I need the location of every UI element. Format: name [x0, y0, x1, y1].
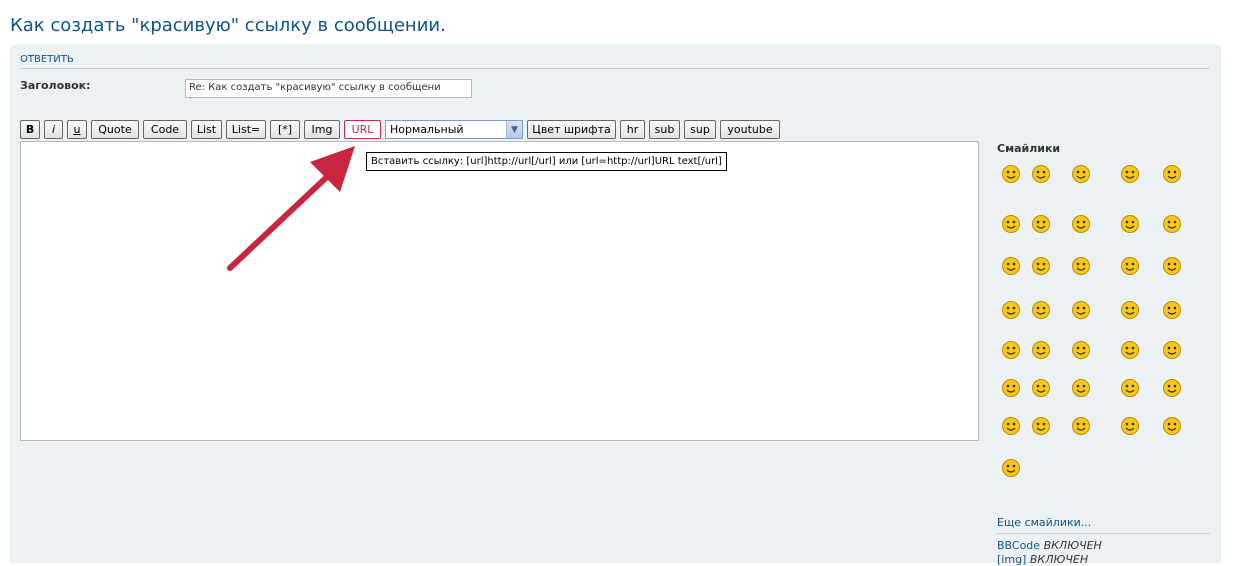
- img-state: ВКЛЮЧЕН: [1029, 553, 1089, 566]
- smiley-icon[interactable]: [1162, 340, 1182, 360]
- smiley-icon[interactable]: [1001, 416, 1021, 436]
- smiley-icon[interactable]: [1031, 378, 1051, 398]
- smiley-icon[interactable]: [1071, 340, 1091, 360]
- smiley-icon[interactable]: [1071, 256, 1091, 276]
- smiley-icon[interactable]: [1120, 164, 1140, 184]
- smiley-icon[interactable]: [1071, 164, 1091, 184]
- page-title: Как создать "красивую" ссылку в сообщени…: [10, 15, 446, 36]
- smiley-icon[interactable]: [1162, 214, 1182, 234]
- bbcode-state: ВКЛЮЧЕН: [1043, 539, 1102, 552]
- smiley-icon[interactable]: [1120, 256, 1140, 276]
- smiley-icon[interactable]: [1031, 164, 1051, 184]
- smiley-icon[interactable]: [1001, 256, 1021, 276]
- smiley-icon[interactable]: [1120, 300, 1140, 320]
- smiley-icon[interactable]: [1031, 340, 1051, 360]
- smiley-icon[interactable]: [1071, 214, 1091, 234]
- smiley-icon[interactable]: [1001, 378, 1021, 398]
- smiley-icon[interactable]: [1001, 340, 1021, 360]
- smiley-icon[interactable]: [1120, 340, 1140, 360]
- smiley-icon[interactable]: [1162, 164, 1182, 184]
- more-smilies-link[interactable]: Еще смайлики...: [997, 516, 1091, 529]
- smiley-icon[interactable]: [1120, 378, 1140, 398]
- divider: [997, 533, 1210, 534]
- img-link[interactable]: [img]: [997, 553, 1026, 566]
- smiley-icon[interactable]: [1031, 416, 1051, 436]
- smiley-icon[interactable]: [1120, 214, 1140, 234]
- smiley-icon[interactable]: [1120, 416, 1140, 436]
- smiley-icon[interactable]: [1031, 300, 1051, 320]
- smiley-icon[interactable]: [1001, 300, 1021, 320]
- smiley-icon[interactable]: [1162, 378, 1182, 398]
- img-status: [img] ВКЛЮЧЕН: [997, 553, 1088, 566]
- smiley-icon[interactable]: [1162, 416, 1182, 436]
- bbcode-status: BBCode ВКЛЮЧЕН: [997, 539, 1102, 552]
- smiley-icon[interactable]: [1071, 378, 1091, 398]
- smiley-icon[interactable]: [1031, 214, 1051, 234]
- smiley-icon[interactable]: [1071, 300, 1091, 320]
- bbcode-link[interactable]: BBCode: [997, 539, 1040, 552]
- smilies-title: Смайлики: [997, 142, 1061, 155]
- smiley-icon[interactable]: [1001, 214, 1021, 234]
- smiley-icon[interactable]: [1001, 164, 1021, 184]
- posting-panel: Ответить Заголовок: Re: Как создать "кра…: [10, 44, 1221, 566]
- smiley-icon[interactable]: [1162, 300, 1182, 320]
- smiley-icon[interactable]: [1001, 458, 1021, 478]
- smiley-icon[interactable]: [1162, 256, 1182, 276]
- smiley-icon[interactable]: [1071, 416, 1091, 436]
- smiley-icon[interactable]: [1031, 256, 1051, 276]
